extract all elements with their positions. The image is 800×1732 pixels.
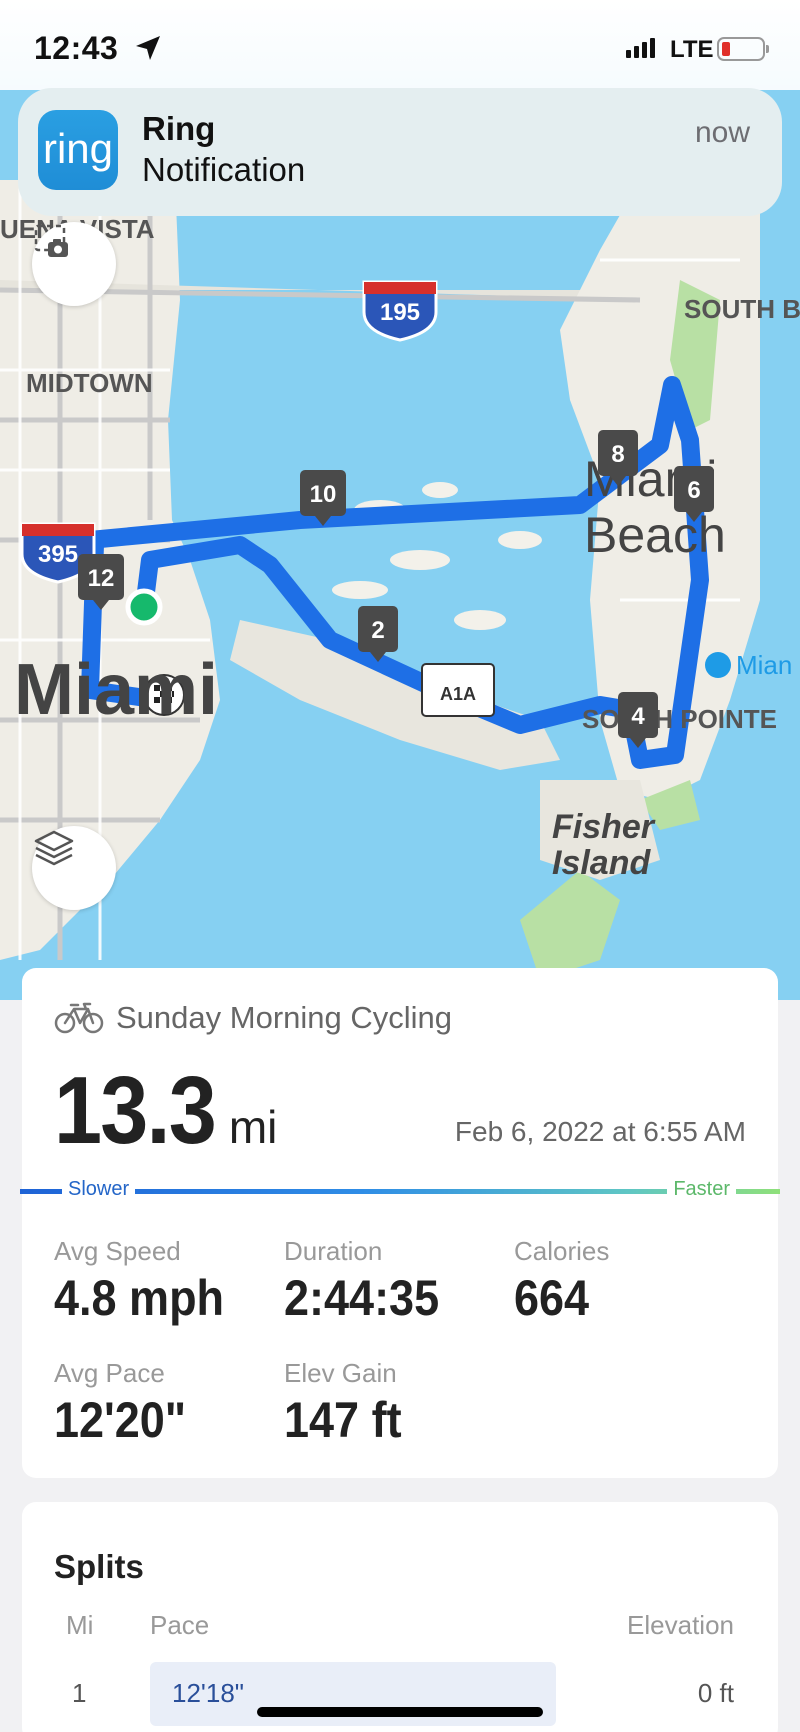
stat-avg-pace: Avg Pace 12'20" bbox=[54, 1358, 201, 1449]
svg-text:8: 8 bbox=[611, 441, 624, 468]
stat-label: Duration bbox=[284, 1236, 383, 1266]
workout-summary-card: Sunday Morning Cycling 13.3 mi Feb 6, 20… bbox=[22, 968, 778, 1478]
label-south-beach: SOUTH B bbox=[684, 294, 800, 324]
battery-icon bbox=[717, 37, 769, 61]
layers-icon bbox=[34, 830, 74, 866]
ring-app-icon: ring bbox=[38, 110, 118, 190]
status-time: 12:43 bbox=[34, 30, 119, 66]
activity-header: Sunday Morning Cycling bbox=[54, 1000, 452, 1036]
stat-avg-speed: Avg Speed 4.8 mph bbox=[54, 1236, 243, 1327]
home-indicator[interactable] bbox=[257, 1707, 543, 1717]
highway-195-shield: 195 bbox=[362, 280, 438, 342]
cellular-signal-icon bbox=[626, 38, 655, 58]
notification-body: Notification bbox=[142, 151, 306, 188]
screenshot-icon bbox=[34, 224, 68, 257]
network-type: LTE bbox=[670, 36, 714, 63]
speed-legend-slower: Slower bbox=[62, 1178, 136, 1201]
stat-value: 12'20" bbox=[54, 1392, 187, 1448]
stat-value: 147 ft bbox=[284, 1392, 402, 1448]
svg-text:6: 6 bbox=[687, 477, 700, 504]
distance-display: 13.3 mi bbox=[54, 1056, 277, 1166]
split-mile: 1 bbox=[72, 1678, 87, 1708]
start-point bbox=[125, 588, 163, 626]
stat-label: Elev Gain bbox=[284, 1358, 397, 1388]
stat-label: Avg Speed bbox=[54, 1236, 181, 1266]
svg-text:195: 195 bbox=[380, 299, 420, 326]
splits-card: Splits Mi Pace Elevation 1 12'18" 0 ft bbox=[22, 1502, 778, 1732]
svg-text:395: 395 bbox=[38, 541, 78, 568]
stat-label: Avg Pace bbox=[54, 1358, 165, 1388]
poi-marker: Mian bbox=[705, 650, 792, 680]
highway-a1a-shield: A1A bbox=[421, 663, 495, 717]
workout-date: Feb 6, 2022 at 6:55 AM bbox=[454, 1116, 746, 1147]
splits-col-elevation: Elevation bbox=[627, 1610, 734, 1640]
activity-title: Sunday Morning Cycling bbox=[116, 1000, 453, 1035]
stat-elev-gain: Elev Gain 147 ft bbox=[284, 1358, 415, 1449]
distance-value: 13.3 bbox=[54, 1057, 217, 1164]
splits-col-pace: Pace bbox=[150, 1610, 210, 1640]
svg-text:2: 2 bbox=[371, 617, 384, 644]
stat-duration: Duration 2:44:35 bbox=[284, 1236, 456, 1327]
distance-unit: mi bbox=[228, 1101, 278, 1153]
svg-text:10: 10 bbox=[310, 481, 337, 508]
label-miami: Miami bbox=[14, 650, 218, 730]
notification-time: now bbox=[694, 116, 750, 149]
stat-value: 4.8 mph bbox=[54, 1270, 225, 1326]
label-fisher-island-line1: Fisher bbox=[552, 808, 656, 846]
svg-text:Mian: Mian bbox=[736, 650, 792, 680]
svg-text:12: 12 bbox=[88, 565, 115, 592]
stat-value: 664 bbox=[514, 1270, 590, 1326]
splits-col-mi: Mi bbox=[66, 1610, 94, 1640]
screenshot-button[interactable] bbox=[32, 222, 116, 306]
notification-title: Ring bbox=[142, 110, 216, 147]
split-elevation: 0 ft bbox=[697, 1678, 734, 1708]
speed-legend: Slower Faster bbox=[20, 1178, 780, 1202]
bicycle-icon bbox=[54, 1002, 104, 1034]
svg-text:4: 4 bbox=[631, 703, 645, 730]
split-pace: 12'18" bbox=[172, 1678, 245, 1708]
stat-label: Calories bbox=[514, 1236, 610, 1266]
status-bar: 12:43 LTE bbox=[0, 0, 800, 90]
stat-calories: Calories 664 bbox=[514, 1236, 609, 1327]
label-fisher-island-line2: Island bbox=[552, 844, 651, 882]
splits-title: Splits bbox=[54, 1548, 144, 1585]
location-arrow-icon bbox=[136, 36, 160, 60]
speed-legend-faster: Faster bbox=[667, 1178, 736, 1201]
ring-notification-banner[interactable]: ring Ring Notification now bbox=[18, 88, 782, 216]
label-midtown: MIDTOWN bbox=[26, 368, 153, 398]
label-miami-beach-line2: Beach bbox=[584, 507, 726, 563]
svg-text:A1A: A1A bbox=[440, 684, 476, 704]
stat-value: 2:44:35 bbox=[284, 1270, 440, 1326]
label-south-pointe: SOUTH POINTE bbox=[582, 704, 777, 734]
map-layers-button[interactable] bbox=[32, 826, 116, 910]
